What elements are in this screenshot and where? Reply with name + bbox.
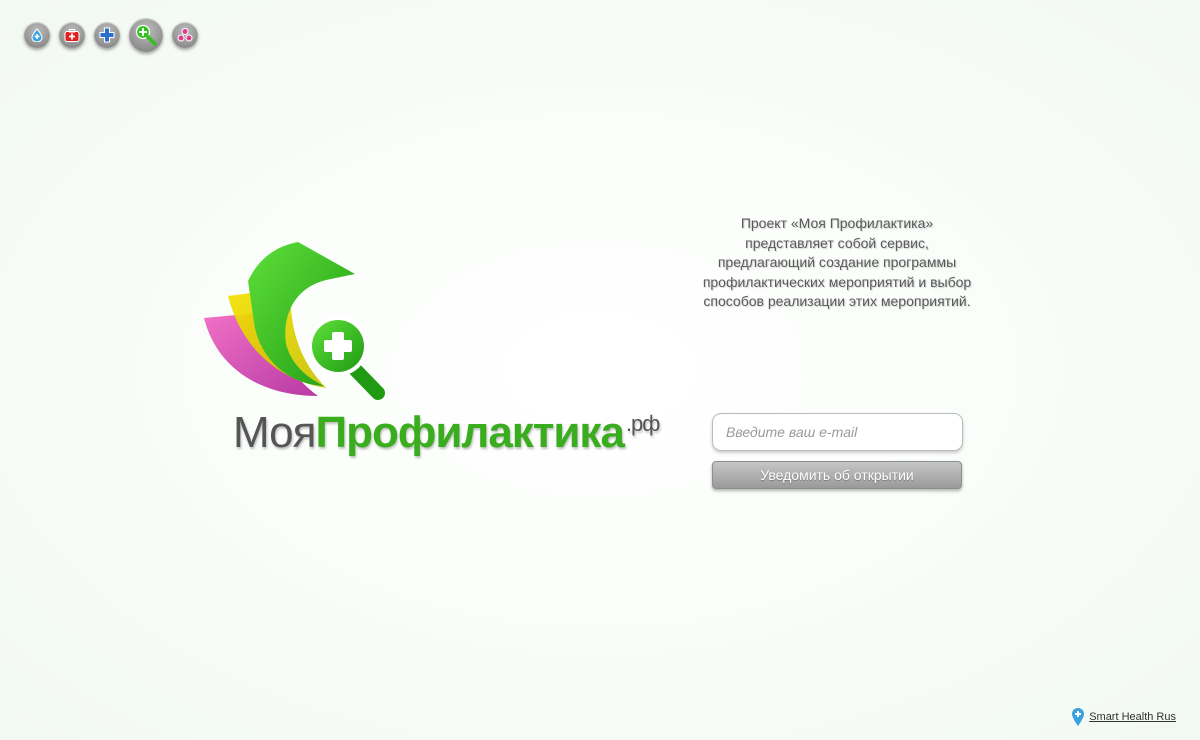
nav-button-molecule[interactable] bbox=[172, 22, 198, 48]
description-line: способов реализации этих мероприятий. bbox=[703, 293, 971, 309]
nav-button-cross[interactable] bbox=[94, 22, 120, 48]
logo-emblem bbox=[204, 242, 385, 400]
brand-part-moya: Моя bbox=[233, 408, 316, 457]
top-nav bbox=[24, 18, 198, 52]
notify-button[interactable]: Уведомить об открытии bbox=[712, 461, 962, 489]
drop-icon bbox=[31, 28, 43, 42]
nav-button-drop[interactable] bbox=[24, 22, 50, 48]
brand-suffix: .рф bbox=[625, 411, 660, 436]
cross-icon bbox=[99, 27, 115, 43]
molecule-icon bbox=[177, 28, 193, 42]
project-description: Проект «Моя Профилактика» представляет с… bbox=[688, 214, 986, 312]
brand-wordmark: МояПрофилактика.рф bbox=[233, 408, 660, 458]
magnifier-plus-icon bbox=[135, 24, 157, 46]
first-aid-kit-icon bbox=[64, 28, 80, 42]
smart-health-rus-link[interactable]: Smart Health Rus bbox=[1089, 711, 1176, 723]
email-input[interactable] bbox=[712, 413, 963, 451]
footer: Smart Health Rus bbox=[1071, 707, 1176, 727]
description-line: предлагающий создание программы bbox=[717, 254, 957, 270]
nav-button-first-aid[interactable] bbox=[59, 22, 85, 48]
brand-part-profilaktika: Профилактика bbox=[315, 408, 624, 457]
description-line: Проект «Моя Профилактика» bbox=[740, 215, 934, 231]
description-line: профилактических мероприятий и выбор bbox=[702, 273, 972, 290]
description-line: представляет собой сервис, bbox=[745, 234, 929, 251]
pin-icon bbox=[1072, 708, 1085, 726]
nav-button-search-active[interactable] bbox=[129, 18, 163, 52]
